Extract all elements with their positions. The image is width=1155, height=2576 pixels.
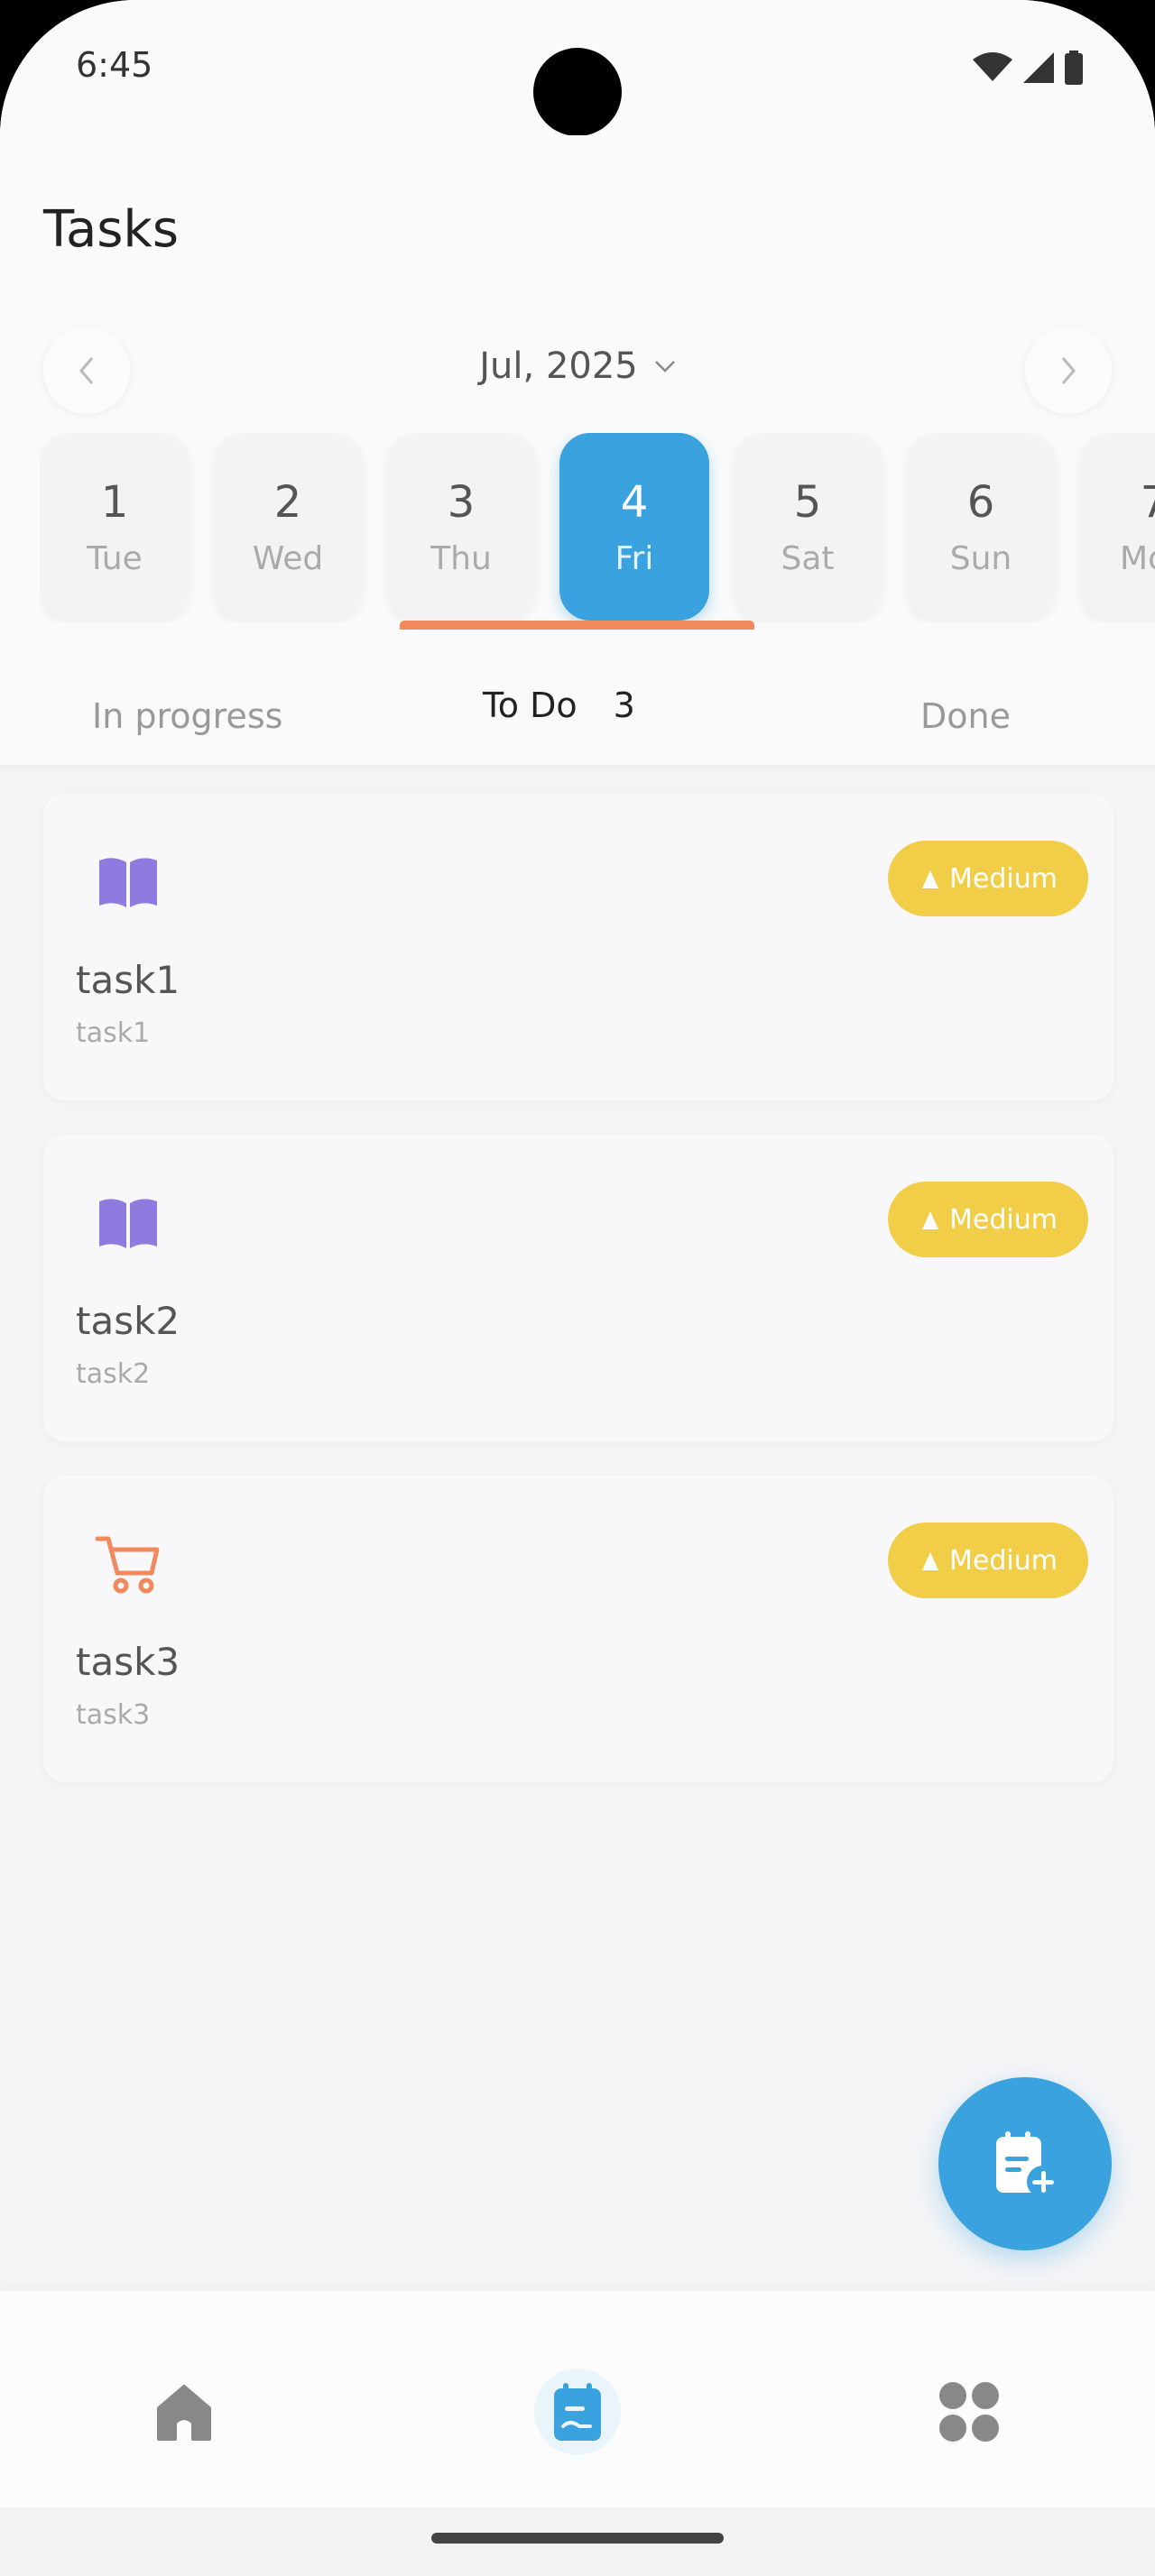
task-title: task3 bbox=[76, 1640, 180, 1684]
book-icon bbox=[99, 858, 157, 907]
status-tabs: In progress To Do 3 Done bbox=[0, 649, 1155, 767]
priority-label: Medium bbox=[949, 862, 1058, 895]
day-card[interactable]: 3 Thu bbox=[386, 433, 536, 621]
home-icon bbox=[157, 2385, 211, 2441]
day-number: 2 bbox=[273, 476, 302, 528]
day-of-week: Thu bbox=[430, 539, 492, 577]
add-note-icon bbox=[996, 2131, 1059, 2198]
signal-icon bbox=[1023, 52, 1054, 83]
flag-icon bbox=[922, 870, 939, 888]
status-bar: 6:45 bbox=[0, 0, 1155, 136]
day-card-selected[interactable]: 4 Fri bbox=[559, 433, 709, 621]
task-subtitle: task2 bbox=[76, 1358, 151, 1390]
nav-tasks[interactable] bbox=[534, 2369, 621, 2455]
nav-categories[interactable] bbox=[926, 2369, 1012, 2455]
task-list: Medium task1 task1 Medium task2 task2 Me… bbox=[43, 794, 1113, 1817]
month-label: Jul, 2025 bbox=[479, 345, 638, 387]
day-card[interactable]: 5 Sat bbox=[733, 433, 882, 621]
day-of-week: Sat bbox=[781, 539, 835, 577]
tasks-icon bbox=[554, 2383, 601, 2441]
month-dropdown[interactable]: Jul, 2025 bbox=[0, 345, 1155, 387]
cart-icon bbox=[95, 1536, 160, 1594]
camera-cutout bbox=[533, 48, 622, 136]
day-of-week: Wed bbox=[252, 539, 324, 577]
header-divider bbox=[0, 765, 1155, 776]
nav-home[interactable] bbox=[141, 2369, 227, 2455]
day-card[interactable]: 2 Wed bbox=[213, 433, 363, 621]
tab-done[interactable]: Done bbox=[920, 696, 1011, 736]
chevron-down-icon bbox=[654, 361, 675, 373]
tab-in-progress[interactable]: In progress bbox=[92, 696, 282, 736]
day-card[interactable]: 6 Sun bbox=[906, 433, 1056, 621]
day-of-week: Fri bbox=[614, 539, 654, 577]
phone-screen: 6:45 Tasks Jul, 2025 1 Tue 2 Wed 3 Thu 4… bbox=[0, 0, 1155, 2576]
tab-todo-count: 3 bbox=[613, 685, 635, 725]
task-card[interactable]: Medium task2 task2 bbox=[43, 1135, 1113, 1441]
book-icon bbox=[99, 1199, 157, 1248]
flag-icon bbox=[922, 1552, 939, 1570]
day-number: 3 bbox=[447, 476, 476, 528]
page-title: Tasks bbox=[43, 200, 180, 259]
tab-todo[interactable]: To Do 3 bbox=[483, 685, 635, 725]
day-card[interactable]: 1 Tue bbox=[40, 433, 189, 621]
task-card[interactable]: Medium task1 task1 bbox=[43, 794, 1113, 1100]
day-card[interactable]: 7 Mon bbox=[1079, 433, 1155, 621]
next-month-button[interactable] bbox=[1025, 327, 1112, 414]
day-of-week: Mon bbox=[1120, 539, 1155, 577]
day-number: 6 bbox=[966, 476, 995, 528]
day-of-week: Tue bbox=[87, 539, 143, 577]
tab-indicator bbox=[400, 621, 754, 630]
wifi-icon bbox=[973, 52, 1012, 81]
priority-badge: Medium bbox=[888, 1182, 1088, 1257]
month-selector: Jul, 2025 bbox=[0, 320, 1155, 419]
bottom-navigation bbox=[0, 2291, 1155, 2507]
task-subtitle: task3 bbox=[76, 1699, 151, 1731]
day-number: 5 bbox=[793, 476, 822, 528]
day-number: 1 bbox=[100, 476, 129, 528]
day-number: 7 bbox=[1140, 476, 1155, 528]
add-task-button[interactable] bbox=[938, 2077, 1112, 2250]
home-indicator[interactable] bbox=[431, 2533, 724, 2544]
priority-badge: Medium bbox=[888, 841, 1088, 916]
flag-icon bbox=[922, 1211, 939, 1229]
header: Tasks Jul, 2025 1 Tue 2 Wed 3 Thu 4 Fri 5 Sat… bbox=[0, 135, 1155, 767]
task-card[interactable]: Medium task3 task3 bbox=[43, 1476, 1113, 1782]
task-title: task1 bbox=[76, 958, 180, 1002]
grid-icon bbox=[939, 2382, 999, 2442]
day-number: 4 bbox=[620, 476, 649, 528]
status-icons bbox=[973, 51, 1083, 85]
priority-label: Medium bbox=[949, 1544, 1058, 1577]
tab-todo-label: To Do bbox=[483, 685, 578, 725]
priority-label: Medium bbox=[949, 1203, 1058, 1236]
status-time: 6:45 bbox=[76, 45, 153, 85]
battery-icon bbox=[1065, 51, 1083, 85]
task-title: task2 bbox=[76, 1299, 180, 1343]
day-strip: 1 Tue 2 Wed 3 Thu 4 Fri 5 Sat 6 Sun 7 Mon bbox=[40, 433, 1155, 622]
priority-badge: Medium bbox=[888, 1523, 1088, 1598]
chevron-right-icon bbox=[1061, 357, 1076, 384]
day-of-week: Sun bbox=[949, 539, 1012, 577]
task-subtitle: task1 bbox=[76, 1017, 151, 1049]
